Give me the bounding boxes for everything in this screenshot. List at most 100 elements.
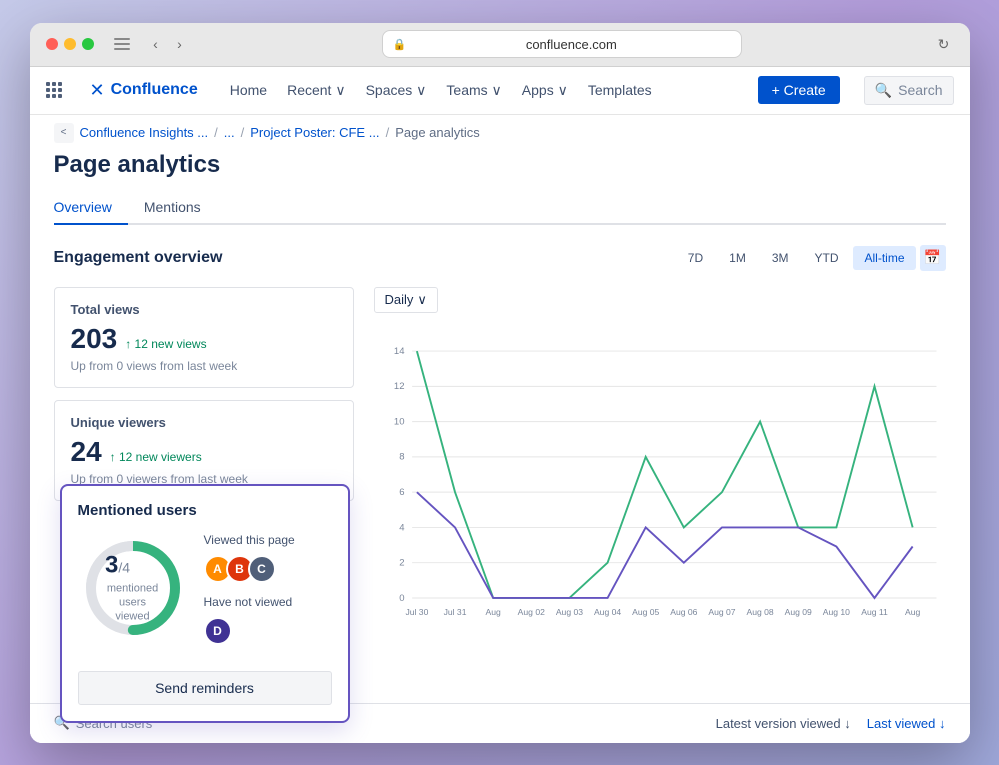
breadcrumb-sep-1: / [214, 125, 218, 140]
address-text: confluence.com [412, 37, 730, 52]
minimize-button[interactable] [64, 38, 76, 50]
svg-text:12: 12 [393, 381, 404, 392]
not-viewed-avatars: D [204, 617, 332, 645]
svg-text:10: 10 [393, 416, 404, 427]
svg-text:Aug 04: Aug 04 [593, 607, 620, 617]
svg-text:Aug 05: Aug 05 [632, 607, 659, 617]
section-header: Engagement overview 7D 1M 3M YTD All-tim… [54, 245, 946, 271]
chart-header: Daily ∨ [374, 287, 946, 313]
right-panel: Daily ∨ [374, 287, 946, 743]
apps-grid-icon[interactable] [46, 82, 62, 98]
traffic-lights [46, 38, 94, 50]
svg-text:Aug 07: Aug 07 [708, 607, 735, 617]
search-icon: 🔍 [875, 82, 892, 99]
tabs: Overview Mentions [54, 191, 946, 225]
create-button[interactable]: + Create [758, 76, 840, 104]
latest-version-sort[interactable]: Latest version viewed ↓ [716, 716, 851, 731]
not-viewed-label: Have not viewed [204, 595, 332, 609]
nav-apps[interactable]: Apps ∨ [514, 78, 576, 103]
chevron-down-icon: ∨ [417, 292, 427, 308]
mentioned-users-card: Mentioned users [60, 484, 350, 723]
last-viewed-sort[interactable]: Last viewed ↓ [867, 716, 946, 731]
svg-text:Jul 30: Jul 30 [405, 607, 428, 617]
nav-arrows: ‹ › [146, 34, 190, 54]
svg-text:Jul 31: Jul 31 [443, 607, 466, 617]
back-button[interactable]: ‹ [146, 34, 166, 54]
nav-home[interactable]: Home [222, 78, 275, 102]
unique-viewers-change: ↑ 12 new viewers [110, 450, 202, 464]
svg-text:14: 14 [393, 345, 404, 356]
total-views-change: ↑ 12 new views [125, 337, 206, 351]
svg-text:Aug 08: Aug 08 [746, 607, 773, 617]
unique-viewers-label: Unique viewers [71, 415, 337, 430]
svg-text:Aug 10: Aug 10 [822, 607, 849, 617]
calendar-icon[interactable]: 📅 [920, 245, 946, 271]
filter-7d[interactable]: 7D [677, 246, 714, 270]
sort-options: Latest version viewed ↓ Last viewed ↓ [716, 716, 946, 731]
nav-templates[interactable]: Templates [580, 78, 660, 102]
browser-titlebar: ‹ › 🔒 confluence.com ↻ [30, 23, 970, 67]
browser-window: ‹ › 🔒 confluence.com ↻ ✕ Confluence Home… [30, 23, 970, 743]
viewer-avatars: A B C [204, 555, 332, 583]
main-area: Page analytics Overview Mentions Engagem… [30, 151, 970, 743]
svg-text:2: 2 [399, 557, 404, 568]
breadcrumb-confluence-insights[interactable]: Confluence Insights ... [80, 125, 209, 140]
avatar-4: D [204, 617, 232, 645]
section-title: Engagement overview [54, 249, 223, 267]
forward-button[interactable]: › [170, 34, 190, 54]
search-box[interactable]: 🔍 Search [864, 76, 954, 105]
breadcrumb-current: Page analytics [395, 125, 480, 140]
svg-text:Aug 03: Aug 03 [555, 607, 582, 617]
breadcrumb-collapse-button[interactable]: < [54, 123, 74, 143]
breadcrumb: < Confluence Insights ... / ... / Projec… [30, 115, 970, 151]
nav-spaces[interactable]: Spaces ∨ [358, 78, 435, 103]
maximize-button[interactable] [82, 38, 94, 50]
svg-text:Aug 06: Aug 06 [670, 607, 697, 617]
close-button[interactable] [46, 38, 58, 50]
donut-label: mentionedusers viewed [105, 581, 160, 624]
sidebar-toggle-icon[interactable] [114, 38, 130, 50]
avatar-3: C [248, 555, 276, 583]
svg-text:8: 8 [399, 451, 404, 462]
logo-text: Confluence [111, 81, 198, 99]
total-views-subtext: Up from 0 views from last week [71, 359, 337, 373]
filter-ytd[interactable]: YTD [803, 246, 849, 270]
confluence-icon: ✕ [90, 80, 105, 101]
reload-button[interactable]: ↻ [934, 34, 954, 54]
svg-text:6: 6 [399, 487, 404, 498]
donut-denom: /4 [118, 559, 130, 575]
viewed-label: Viewed this page [204, 533, 332, 547]
chart-interval-selector[interactable]: Daily ∨ [374, 287, 438, 313]
confluence-logo[interactable]: ✕ Confluence [90, 80, 198, 101]
donut-chart: 3 /4 mentionedusers viewed [78, 533, 188, 643]
breadcrumb-sep-3: / [386, 125, 390, 140]
total-views-value: 203 ↑ 12 new views [71, 323, 337, 355]
filter-alltime[interactable]: All-time [853, 246, 915, 270]
total-views-label: Total views [71, 302, 337, 317]
total-views-card: Total views 203 ↑ 12 new views Up from 0… [54, 287, 354, 388]
donut-number: 3 /4 [105, 551, 160, 579]
tab-overview[interactable]: Overview [54, 191, 128, 223]
time-filters: 7D 1M 3M YTD All-time 📅 [677, 245, 946, 271]
svg-text:0: 0 [399, 592, 404, 603]
breadcrumb-ellipsis[interactable]: ... [224, 125, 235, 140]
nav-recent[interactable]: Recent ∨ [279, 78, 354, 103]
filter-3m[interactable]: 3M [761, 246, 800, 270]
breadcrumb-project-poster[interactable]: Project Poster: CFE ... [250, 125, 379, 140]
line-chart: 14 12 10 8 6 4 2 0 [374, 325, 946, 625]
send-reminders-button[interactable]: Send reminders [78, 671, 332, 705]
chart-area: 14 12 10 8 6 4 2 0 [374, 325, 946, 645]
unique-viewers-value: 24 ↑ 12 new viewers [71, 436, 337, 468]
svg-text:Aug 02: Aug 02 [517, 607, 544, 617]
address-bar[interactable]: 🔒 confluence.com [382, 30, 742, 58]
svg-text:Aug: Aug [905, 607, 920, 617]
tab-mentions[interactable]: Mentions [144, 191, 217, 223]
svg-text:Aug 11: Aug 11 [861, 607, 888, 617]
nav-teams[interactable]: Teams ∨ [438, 78, 509, 103]
svg-text:Aug: Aug [485, 607, 500, 617]
donut-center: 3 /4 mentionedusers viewed [105, 551, 160, 624]
search-label: Search [898, 82, 942, 98]
mentioned-users-body: 3 /4 mentionedusers viewed Viewed this p… [78, 533, 332, 657]
page-content: ✕ Confluence Home Recent ∨ Spaces ∨ Team… [30, 67, 970, 743]
filter-1m[interactable]: 1M [718, 246, 757, 270]
